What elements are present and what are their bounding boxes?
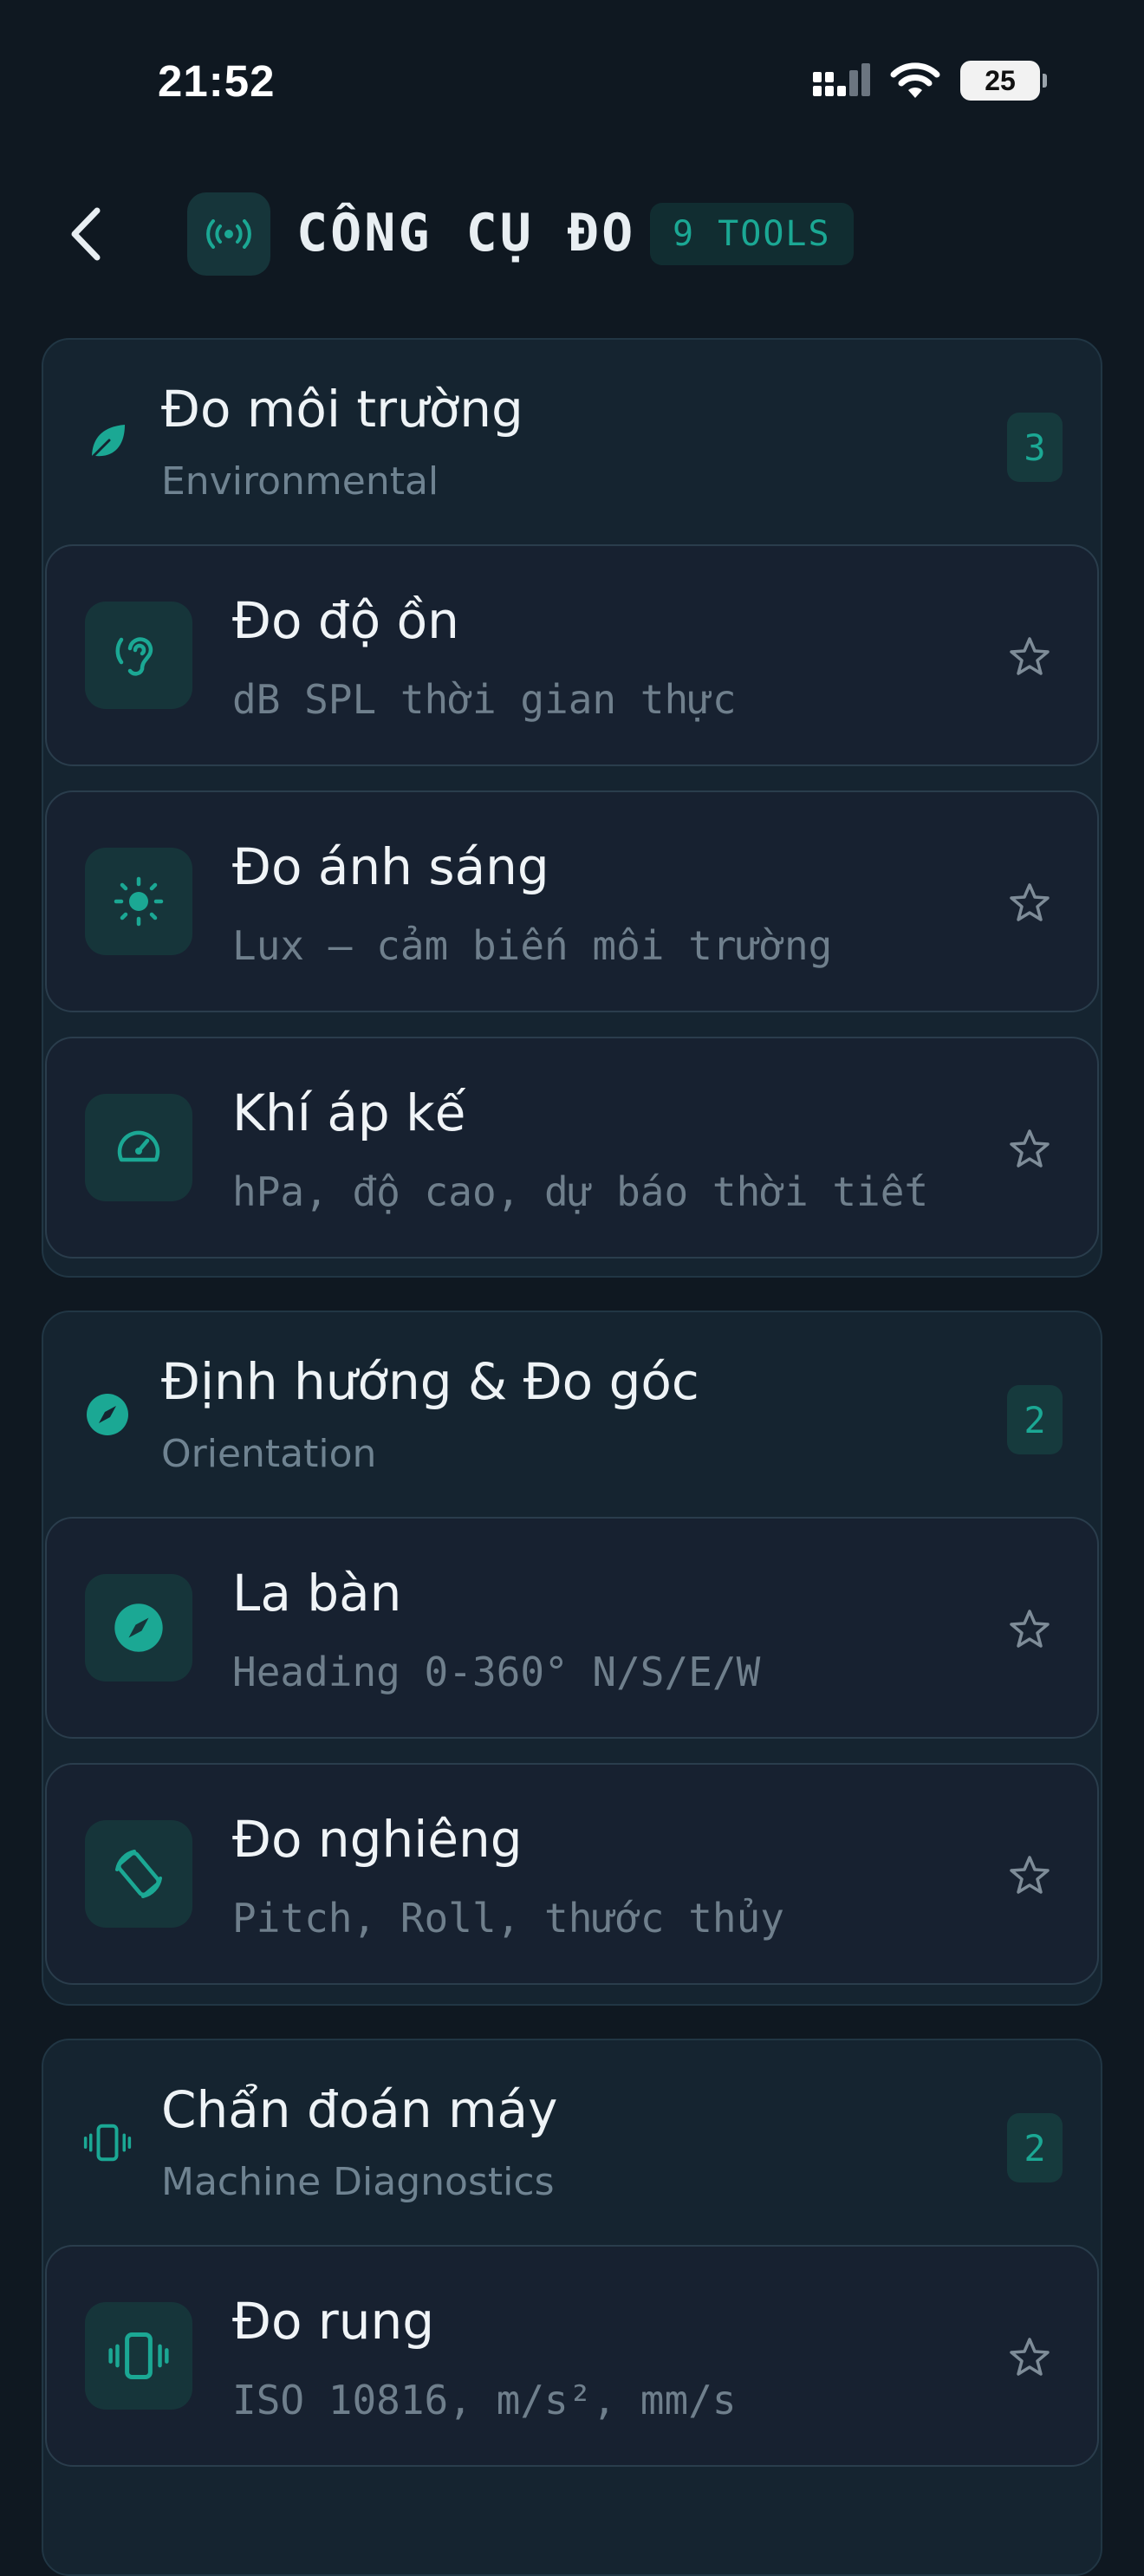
tool-description: hPa, độ cao, dự báo thời tiết xyxy=(232,1168,929,1215)
tool-description: ISO 10816, m/s², mm/s xyxy=(232,2377,737,2423)
tool-title: Đo ánh sáng xyxy=(232,837,549,896)
header-bar: CÔNG CỤ ĐO 9 TOOLS xyxy=(0,182,1144,286)
battery-indicator: 25 xyxy=(960,61,1047,101)
chevron-left-icon xyxy=(71,207,101,261)
tool-title: Đo rung xyxy=(232,2292,435,2351)
group-header[interactable]: Đo môi trường Environmental 3 xyxy=(43,340,1101,544)
tool-description: Heading 0-360° N/S/E/W xyxy=(232,1649,761,1695)
tool-title: La bàn xyxy=(232,1564,402,1623)
group-machine-diagnostics: Chẩn đoán máy Machine Diagnostics 2 Đo r… xyxy=(42,2039,1102,2576)
back-button[interactable] xyxy=(50,199,120,269)
sun-icon xyxy=(85,848,192,955)
group-title: Đo môi trường xyxy=(161,380,523,439)
group-subtitle: Machine Diagnostics xyxy=(161,2160,555,2204)
group-header[interactable]: Chẩn đoán máy Machine Diagnostics 2 xyxy=(43,2040,1101,2245)
tool-title: Khí áp kế xyxy=(232,1083,466,1142)
rotate-device-icon xyxy=(85,1820,192,1928)
vibration-icon xyxy=(85,2302,192,2410)
tool-barometer[interactable]: Khí áp kế hPa, độ cao, dự báo thời tiết xyxy=(45,1037,1099,1259)
tool-compass[interactable]: La bàn Heading 0-360° N/S/E/W xyxy=(45,1517,1099,1739)
gauge-icon xyxy=(85,1094,192,1201)
tool-noise-meter[interactable]: Đo độ ồn dB SPL thời gian thực xyxy=(45,544,1099,766)
star-icon[interactable] xyxy=(1005,2333,1054,2382)
star-icon[interactable] xyxy=(1005,633,1054,681)
star-icon[interactable] xyxy=(1005,1605,1054,1654)
tool-description: dB SPL thời gian thực xyxy=(232,676,737,723)
tools-count-badge: 9 TOOLS xyxy=(650,203,854,265)
tool-title: Đo nghiêng xyxy=(232,1810,523,1869)
group-count-badge: 2 xyxy=(1007,2113,1063,2182)
group-subtitle: Orientation xyxy=(161,1432,377,1476)
status-icons: 25 xyxy=(813,61,1047,101)
group-environmental: Đo môi trường Environmental 3 Đo độ ồn d… xyxy=(42,338,1102,1278)
tool-light-meter[interactable]: Đo ánh sáng Lux — cảm biến môi trường xyxy=(45,790,1099,1012)
group-orientation: Định hướng & Đo góc Orientation 2 La bàn… xyxy=(42,1311,1102,2006)
compass-icon xyxy=(85,1574,192,1682)
wifi-icon xyxy=(890,62,940,98)
cellular-signal-icon xyxy=(813,63,870,96)
status-bar: 21:52 25 xyxy=(0,0,1144,165)
page-title: CÔNG CỤ ĐO xyxy=(296,203,636,263)
tool-description: Pitch, Roll, thước thủy xyxy=(232,1895,784,1942)
star-icon[interactable] xyxy=(1005,1125,1054,1174)
tool-title: Đo độ ồn xyxy=(232,591,459,650)
status-time: 21:52 xyxy=(158,56,276,106)
ear-icon xyxy=(85,602,192,709)
compass-icon xyxy=(83,1390,132,1439)
group-count-badge: 3 xyxy=(1007,413,1063,482)
group-count-badge: 2 xyxy=(1007,1385,1063,1454)
vibration-icon xyxy=(83,2118,132,2167)
tool-description: Lux — cảm biến môi trường xyxy=(232,922,833,969)
star-icon[interactable] xyxy=(1005,1851,1054,1900)
group-title: Chẩn đoán máy xyxy=(161,2080,558,2139)
group-header[interactable]: Định hướng & Đo góc Orientation 2 xyxy=(43,1312,1101,1517)
star-icon[interactable] xyxy=(1005,879,1054,927)
group-subtitle: Environmental xyxy=(161,459,439,504)
group-title: Định hướng & Đo góc xyxy=(161,1352,699,1411)
tool-inclinometer[interactable]: Đo nghiêng Pitch, Roll, thước thủy xyxy=(45,1763,1099,1985)
leaf-icon xyxy=(83,418,132,466)
broadcast-icon xyxy=(187,192,270,276)
tool-vibration-meter[interactable]: Đo rung ISO 10816, m/s², mm/s xyxy=(45,2245,1099,2467)
